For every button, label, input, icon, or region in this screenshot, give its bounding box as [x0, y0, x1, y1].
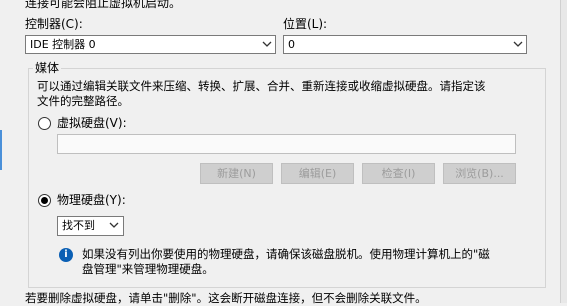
info-text-line1: 如果没有列出你要使用的物理硬盘，请确保该磁盘脱机。使用物理计算机上的"磁 [82, 247, 490, 261]
radio-selected-dot [41, 197, 48, 204]
location-label: 位置(L): [283, 17, 328, 31]
virtual-disk-label[interactable]: 虚拟硬盘(V): [57, 115, 127, 131]
media-group-label: 媒体 [33, 60, 62, 76]
new-button[interactable]: 新建(N) [200, 163, 273, 184]
chevron-down-icon [109, 222, 119, 228]
physical-disk-label[interactable]: 物理硬盘(Y): [57, 192, 126, 208]
virtual-disk-path-input[interactable] [57, 134, 516, 154]
controller-select[interactable]: IDE 控制器 0 [25, 35, 276, 54]
location-select[interactable]: 0 [283, 35, 527, 54]
top-warning-text: 连接可能会阻止虚拟机启动。 [25, 0, 182, 10]
location-select-value: 0 [288, 38, 295, 51]
browse-button[interactable]: 浏览(B)... [443, 163, 516, 184]
edit-button[interactable]: 编辑(E) [281, 163, 354, 184]
chevron-down-icon [513, 41, 523, 47]
controller-select-value: IDE 控制器 0 [30, 38, 96, 51]
window-right-edge [560, 0, 567, 303]
chevron-down-icon [262, 41, 272, 47]
info-icon: i [59, 248, 73, 262]
physical-disk-select[interactable]: 找不到 [57, 216, 124, 236]
info-text-line2: 盘管理"来管理物理硬盘。 [82, 262, 214, 276]
media-description-line2: 文件的完整路径。 [37, 94, 129, 108]
left-selection-accent [0, 130, 2, 170]
physical-disk-select-value: 找不到 [62, 219, 95, 232]
bottom-remove-hint: 若要删除虚拟硬盘，请单击"删除"。这会断开磁盘连接，但不会删除关联文件。 [25, 291, 427, 305]
controller-label: 控制器(C): [25, 17, 83, 31]
virtual-disk-radio[interactable] [38, 117, 51, 130]
inspect-button[interactable]: 检查(I) [362, 163, 435, 184]
media-description-line1: 可以通过编辑关联文件来压缩、转换、扩展、合并、重新连接或收缩虚拟硬盘。请指定该 [37, 79, 486, 93]
physical-disk-radio[interactable] [38, 194, 51, 207]
